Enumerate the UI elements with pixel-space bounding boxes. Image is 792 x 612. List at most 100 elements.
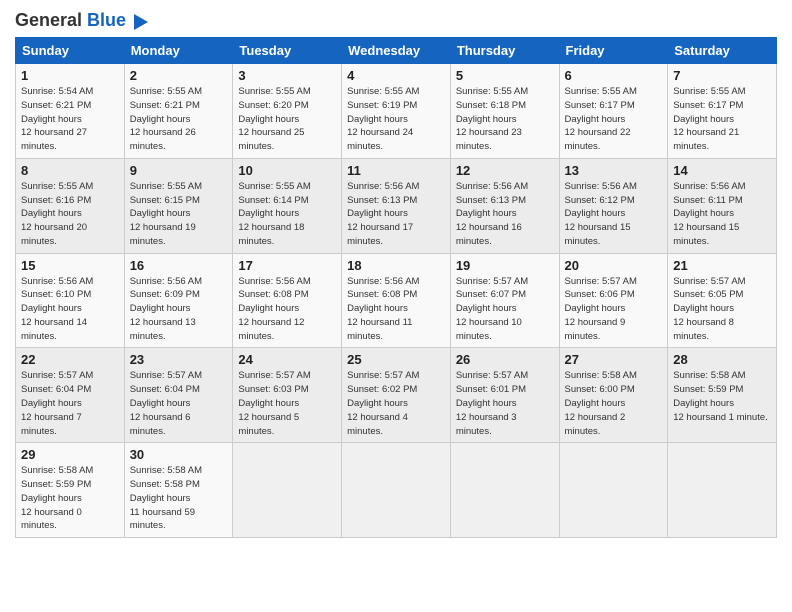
day-number: 8 [21,163,119,178]
day-number: 10 [238,163,336,178]
day-number: 18 [347,258,445,273]
calendar-header-row: Sunday Monday Tuesday Wednesday Thursday… [16,38,777,64]
table-row: 11 Sunrise: 5:56 AMSunset: 6:13 PMDayligh… [342,158,451,253]
day-info: Sunrise: 5:55 AMSunset: 6:14 PMDaylight … [238,180,336,249]
day-number: 3 [238,68,336,83]
day-info: Sunrise: 5:55 AMSunset: 6:18 PMDaylight … [456,85,554,154]
table-row: 27Sunrise: 5:58 AMSunset: 6:00 PMDayligh… [559,348,668,443]
day-info: Sunrise: 5:57 AMSunset: 6:04 PMDaylight … [21,369,119,438]
day-number: 16 [130,258,228,273]
table-row: 13 Sunrise: 5:56 AMSunset: 6:12 PMDayligh… [559,158,668,253]
table-row: 7 Sunrise: 5:55 AMSunset: 6:17 PMDaylight… [668,64,777,159]
day-info: Sunrise: 5:58 AMSunset: 6:00 PMDaylight … [565,369,663,438]
table-row: 8 Sunrise: 5:55 AMSunset: 6:16 PMDaylight… [16,158,125,253]
table-row: 4Sunrise: 5:55 AMSunset: 6:19 PMDaylight… [342,64,451,159]
table-row: 2 Sunrise: 5:55 AMSunset: 6:21 PMDaylight… [124,64,233,159]
day-info: Sunrise: 5:56 AMSunset: 6:10 PMDaylight … [21,275,119,344]
logo-blue-text: Blue [87,10,126,30]
col-thursday: Thursday [450,38,559,64]
day-info: Sunrise: 5:56 AMSunset: 6:13 PMDaylight … [456,180,554,249]
table-row: 9 Sunrise: 5:55 AMSunset: 6:15 PMDaylight… [124,158,233,253]
day-info: Sunrise: 5:55 AMSunset: 6:21 PMDaylight … [130,85,228,154]
day-info: Sunrise: 5:57 AMSunset: 6:04 PMDaylight … [130,369,228,438]
day-info: Sunrise: 5:56 AMSunset: 6:09 PMDaylight … [130,275,228,344]
day-number: 23 [130,352,228,367]
table-row [559,443,668,538]
day-number: 6 [565,68,663,83]
day-info: Sunrise: 5:57 AMSunset: 6:06 PMDaylight … [565,275,663,344]
day-info: Sunrise: 5:54 AMSunset: 6:21 PMDaylight … [21,85,119,154]
table-row: 16 Sunrise: 5:56 AMSunset: 6:09 PMDayligh… [124,253,233,348]
calendar-week-row: 15 Sunrise: 5:56 AMSunset: 6:10 PMDayligh… [16,253,777,348]
day-number: 5 [456,68,554,83]
table-row: 17 Sunrise: 5:56 AMSunset: 6:08 PMDayligh… [233,253,342,348]
day-number: 24 [238,352,336,367]
col-tuesday: Tuesday [233,38,342,64]
table-row: 10 Sunrise: 5:55 AMSunset: 6:14 PMDayligh… [233,158,342,253]
col-wednesday: Wednesday [342,38,451,64]
day-number: 11 [347,163,445,178]
day-info: Sunrise: 5:55 AMSunset: 6:20 PMDaylight … [238,85,336,154]
day-number: 26 [456,352,554,367]
day-info: Sunrise: 5:56 AMSunset: 6:11 PMDaylight … [673,180,771,249]
day-info: Sunrise: 5:57 AMSunset: 6:02 PMDaylight … [347,369,445,438]
header: General Blue [15,10,777,31]
table-row: 18 Sunrise: 5:56 AMSunset: 6:08 PMDayligh… [342,253,451,348]
day-number: 20 [565,258,663,273]
day-number: 30 [130,447,228,462]
day-number: 21 [673,258,771,273]
day-number: 19 [456,258,554,273]
day-info: Sunrise: 5:57 AMSunset: 6:05 PMDaylight … [673,275,771,344]
table-row: 14 Sunrise: 5:56 AMSunset: 6:11 PMDayligh… [668,158,777,253]
day-info: Sunrise: 5:58 AMSunset: 5:59 PMDaylight … [21,464,119,533]
day-number: 7 [673,68,771,83]
col-sunday: Sunday [16,38,125,64]
table-row: 5 Sunrise: 5:55 AMSunset: 6:18 PMDaylight… [450,64,559,159]
day-info: Sunrise: 5:57 AMSunset: 6:03 PMDaylight … [238,369,336,438]
day-number: 14 [673,163,771,178]
day-number: 2 [130,68,228,83]
table-row: 12 Sunrise: 5:56 AMSunset: 6:13 PMDayligh… [450,158,559,253]
day-info: Sunrise: 5:55 AMSunset: 6:17 PMDaylight … [673,85,771,154]
calendar-week-row: 8 Sunrise: 5:55 AMSunset: 6:16 PMDaylight… [16,158,777,253]
table-row: 25 Sunrise: 5:57 AMSunset: 6:02 PMDayligh… [342,348,451,443]
day-info: Sunrise: 5:56 AMSunset: 6:12 PMDaylight … [565,180,663,249]
day-info: Sunrise: 5:55 AMSunset: 6:16 PMDaylight … [21,180,119,249]
day-number: 9 [130,163,228,178]
col-saturday: Saturday [668,38,777,64]
table-row: 29 Sunrise: 5:58 AMSunset: 5:59 PMDayligh… [16,443,125,538]
col-monday: Monday [124,38,233,64]
day-number: 15 [21,258,119,273]
col-friday: Friday [559,38,668,64]
day-info: Sunrise: 5:55 AMSunset: 6:19 PMDaylight … [347,85,445,154]
day-info: Sunrise: 5:56 AMSunset: 6:13 PMDaylight … [347,180,445,249]
day-number: 29 [21,447,119,462]
table-row: 24 Sunrise: 5:57 AMSunset: 6:03 PMDayligh… [233,348,342,443]
table-row: 20 Sunrise: 5:57 AMSunset: 6:06 PMDayligh… [559,253,668,348]
day-number: 25 [347,352,445,367]
day-number: 17 [238,258,336,273]
day-number: 12 [456,163,554,178]
day-info: Sunrise: 5:55 AMSunset: 6:15 PMDaylight … [130,180,228,249]
table-row [668,443,777,538]
day-info: Sunrise: 5:56 AMSunset: 6:08 PMDaylight … [238,275,336,344]
main-container: General Blue Sunday Monday Tuesday Wedne… [0,0,792,548]
day-number: 22 [21,352,119,367]
day-info: Sunrise: 5:58 AMSunset: 5:59 PMDaylight … [673,369,771,424]
table-row: 6Sunrise: 5:55 AMSunset: 6:17 PMDaylight… [559,64,668,159]
table-row: 19Sunrise: 5:57 AMSunset: 6:07 PMDayligh… [450,253,559,348]
table-row: 28 Sunrise: 5:58 AMSunset: 5:59 PMDayligh… [668,348,777,443]
day-number: 28 [673,352,771,367]
calendar-week-row: 1Sunrise: 5:54 AMSunset: 6:21 PMDaylight… [16,64,777,159]
calendar-week-row: 29 Sunrise: 5:58 AMSunset: 5:59 PMDayligh… [16,443,777,538]
table-row [450,443,559,538]
day-info: Sunrise: 5:57 AMSunset: 6:01 PMDaylight … [456,369,554,438]
table-row [233,443,342,538]
day-info: Sunrise: 5:56 AMSunset: 6:08 PMDaylight … [347,275,445,344]
calendar-week-row: 22 Sunrise: 5:57 AMSunset: 6:04 PMDayligh… [16,348,777,443]
table-row: 30Sunrise: 5:58 AMSunset: 5:58 PMDayligh… [124,443,233,538]
table-row: 22 Sunrise: 5:57 AMSunset: 6:04 PMDayligh… [16,348,125,443]
logo: General Blue [15,10,148,31]
day-number: 13 [565,163,663,178]
table-row: 23 Sunrise: 5:57 AMSunset: 6:04 PMDayligh… [124,348,233,443]
